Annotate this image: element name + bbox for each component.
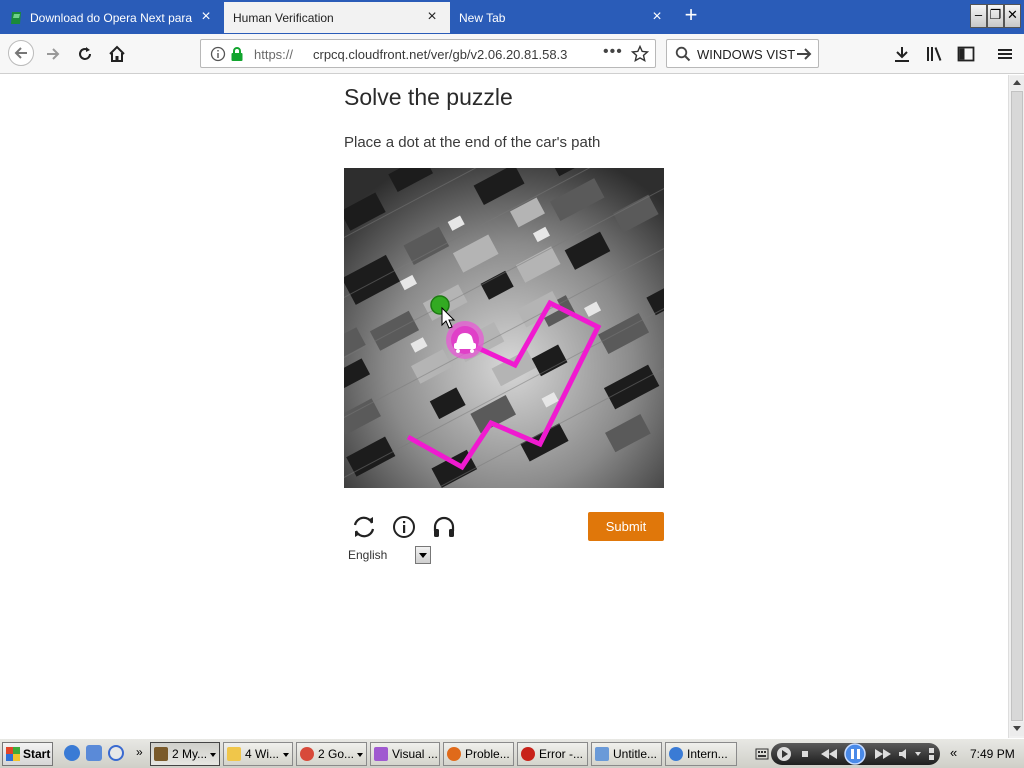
downloads-button[interactable] — [891, 43, 913, 65]
close-tab-icon[interactable]: × — [424, 9, 440, 25]
internet-explorer-icon — [669, 747, 683, 761]
back-arrow-icon — [14, 47, 27, 59]
tray-expand[interactable]: « — [950, 745, 957, 760]
refresh-icon[interactable] — [351, 514, 377, 540]
folder-icon — [227, 747, 241, 761]
tab-title: Human Verification — [233, 10, 334, 25]
start-label: Start — [23, 747, 51, 761]
library-icon — [927, 47, 942, 61]
scroll-down-arrow-icon[interactable] — [1010, 722, 1024, 736]
site-info-icon[interactable] — [210, 46, 226, 62]
forward-arrow-icon — [47, 48, 60, 60]
download-icon — [895, 47, 909, 62]
tab-new-tab[interactable]: New Tab × — [450, 2, 675, 33]
start-button[interactable]: Start — [2, 742, 53, 766]
tab-opera-download[interactable]: Download do Opera Next para Wi × — [0, 2, 224, 33]
firefox-icon — [447, 747, 461, 761]
sidebar-icon — [957, 46, 975, 62]
tab-title: New Tab — [459, 10, 506, 25]
taskbar-item-label: Untitle... — [613, 747, 658, 761]
home-button[interactable] — [106, 43, 128, 65]
reload-icon — [79, 47, 91, 60]
page-content: Solve the puzzle Place a dot at the end … — [0, 75, 1008, 738]
page-title: Solve the puzzle — [344, 84, 513, 110]
show-desktop-icon[interactable] — [86, 745, 102, 761]
group-arrow-icon — [210, 753, 216, 757]
library-button[interactable] — [923, 43, 945, 65]
keyboard-icon[interactable] — [755, 746, 769, 762]
visual-studio-icon — [374, 747, 388, 761]
taskbar-item-label: 2 Go... — [318, 747, 355, 761]
navigation-toolbar: https:// crpcq.cloudfront.net/ver/gb/v2.… — [0, 34, 1024, 74]
taskbar-item-label: 2 My... — [172, 747, 208, 761]
taskbar-item[interactable]: Visual ... — [370, 742, 440, 766]
language-select[interactable]: English — [344, 545, 432, 565]
tab-human-verification[interactable]: Human Verification × — [224, 2, 450, 33]
taskbar-item[interactable]: 2 My... — [150, 742, 220, 766]
close-window-button[interactable]: ✕ — [1004, 4, 1021, 28]
tab-strip: Download do Opera Next para Wi × Human V… — [0, 0, 1024, 34]
placed-dot[interactable] — [430, 295, 450, 315]
lock-icon — [231, 47, 243, 61]
close-tab-icon[interactable]: × — [198, 9, 214, 25]
taskbar-item-label: 4 Wi... — [245, 747, 280, 761]
minimize-button[interactable]: – — [970, 4, 987, 28]
language-value: English — [348, 548, 388, 562]
search-input[interactable]: WINDOWS VIST — [697, 47, 795, 62]
taskbar-item[interactable]: Proble... — [443, 742, 514, 766]
sidebar-toggle-button[interactable] — [955, 43, 977, 65]
forward-button[interactable] — [42, 43, 64, 65]
reload-button[interactable] — [74, 43, 96, 65]
taskbar-item[interactable]: Untitle... — [591, 742, 662, 766]
close-tab-icon[interactable]: × — [649, 9, 665, 25]
taskbar-item[interactable]: 2 Go... — [296, 742, 367, 766]
url-bar[interactable]: https:// crpcq.cloudfront.net/ver/gb/v2.… — [200, 39, 656, 68]
search-icon — [675, 46, 691, 62]
taskbar-item-label: Visual ... — [392, 747, 438, 761]
vertical-scrollbar[interactable] — [1008, 75, 1024, 738]
hamburger-menu-icon — [998, 49, 1012, 59]
chrome-icon — [300, 747, 314, 761]
search-bar[interactable]: WINDOWS VIST — [666, 39, 819, 68]
group-arrow-icon — [283, 753, 289, 757]
info-icon[interactable] — [391, 514, 417, 540]
media-player-toolbar[interactable] — [771, 743, 940, 765]
computer-icon — [154, 747, 168, 761]
bookmark-star-icon[interactable] — [631, 45, 649, 63]
internet-explorer-icon[interactable] — [64, 745, 80, 761]
scroll-up-arrow-icon[interactable] — [1010, 76, 1024, 90]
taskbar-item[interactable]: 4 Wi... — [223, 742, 293, 766]
new-tab-button[interactable]: + — [681, 4, 701, 27]
taskbar: Start » 2 My... 4 Wi... 2 Go... Visual .… — [0, 738, 1024, 768]
search-go-arrow-icon[interactable] — [795, 45, 813, 63]
url-scheme: https:// — [254, 47, 294, 62]
page-actions-icon[interactable]: ••• — [603, 43, 623, 61]
taskbar-item-label: Intern... — [687, 747, 728, 761]
back-button[interactable] — [8, 40, 34, 66]
app-menu-button[interactable] — [994, 43, 1016, 65]
notepad-icon — [595, 747, 609, 761]
puzzle-instruction: Place a dot at the end of the car's path — [344, 134, 601, 151]
opera-icon — [521, 747, 535, 761]
headphones-icon[interactable] — [431, 514, 457, 540]
home-icon — [109, 45, 125, 62]
puzzle-image[interactable] — [344, 168, 664, 488]
scroll-thumb[interactable] — [1011, 91, 1023, 721]
quick-launch-more[interactable]: » — [136, 745, 143, 759]
clock[interactable]: 7:49 PM — [970, 747, 1015, 761]
url-text: crpcq.cloudfront.net/ver/gb/v2.06.20.81.… — [313, 47, 568, 62]
windows-flag-icon — [6, 747, 20, 761]
submit-button[interactable]: Submit — [588, 512, 664, 541]
dropdown-arrow-icon[interactable] — [415, 546, 431, 564]
tab-title: Download do Opera Next para Wi — [30, 10, 195, 25]
opera-icon — [11, 11, 21, 24]
taskbar-item[interactable]: Intern... — [665, 742, 737, 766]
group-arrow-icon — [357, 753, 363, 757]
taskbar-item-label: Error -... — [539, 747, 583, 761]
taskbar-item[interactable]: Error -... — [517, 742, 588, 766]
taskbar-item-label: Proble... — [465, 747, 510, 761]
restore-button[interactable]: ❐ — [987, 4, 1004, 28]
media-player-icon[interactable] — [108, 745, 124, 761]
